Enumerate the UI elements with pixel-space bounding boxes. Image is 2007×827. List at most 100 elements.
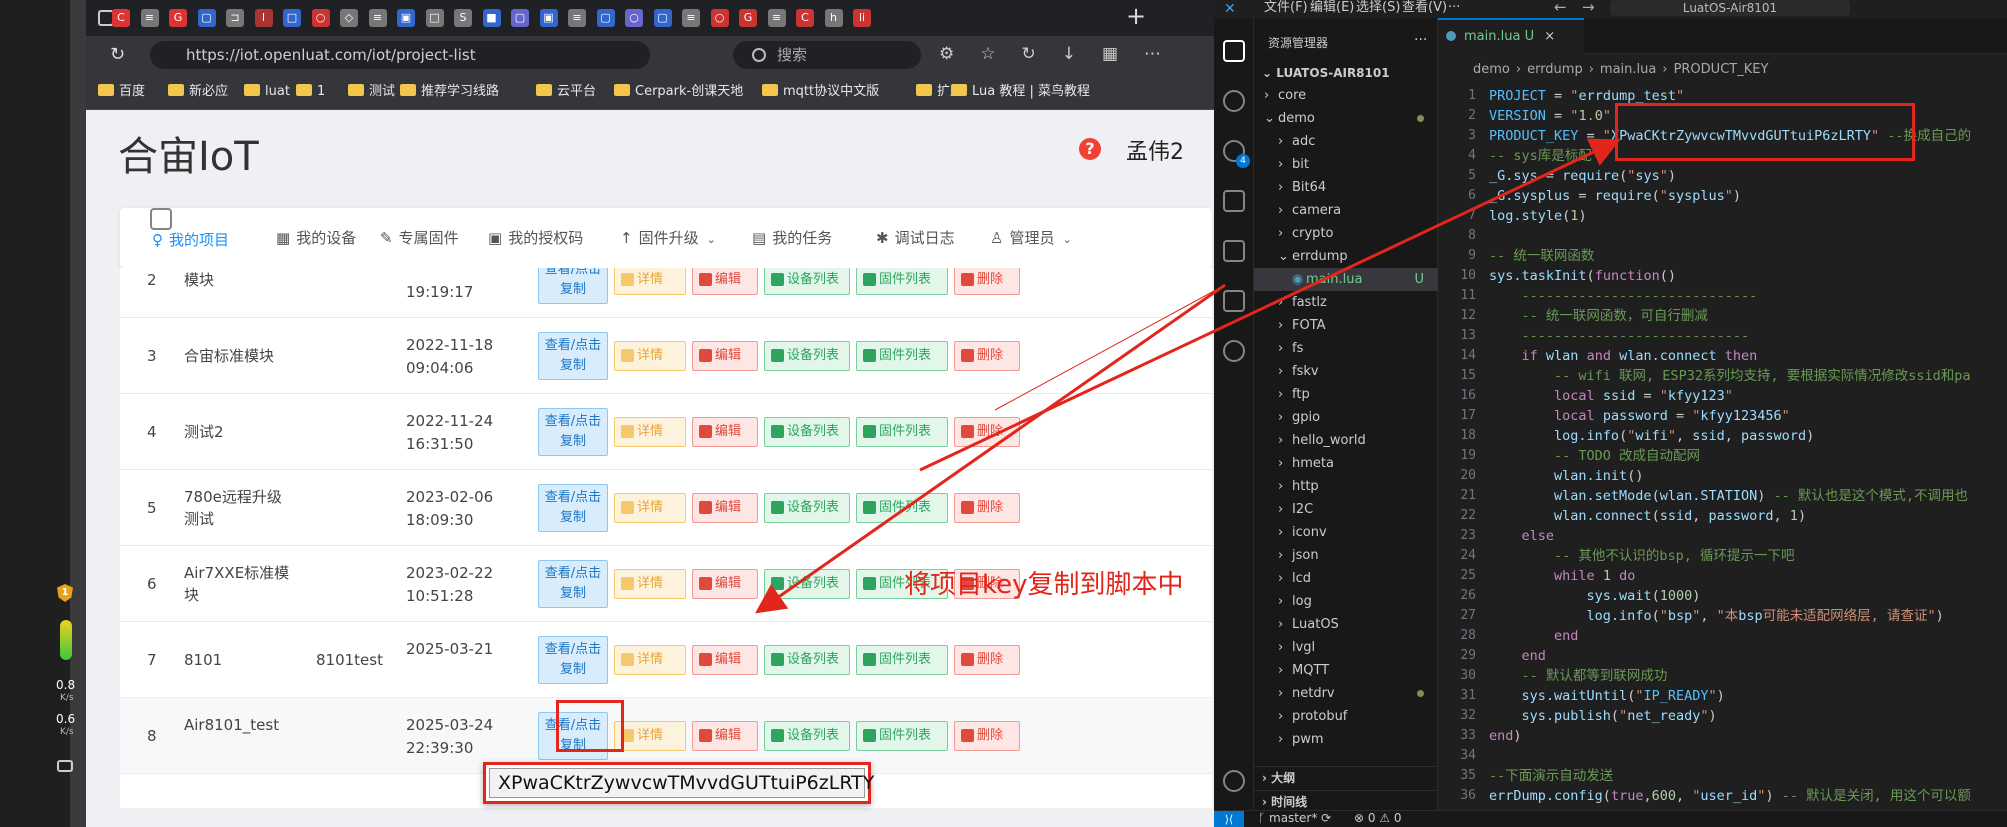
tree-item[interactable]: ⌄ errdump bbox=[1254, 245, 1438, 268]
delete-button[interactable]: 删除 bbox=[954, 417, 1020, 447]
breadcrumb-item[interactable]: main.lua bbox=[1600, 62, 1656, 77]
view-copy-button[interactable]: 查看/点击复制 bbox=[538, 332, 608, 380]
firmware-list-button[interactable]: 固件列表 bbox=[856, 268, 948, 295]
browser-tab[interactable]: ▢ bbox=[596, 9, 615, 27]
device-list-button[interactable]: 设备列表 bbox=[764, 341, 850, 371]
menu-item[interactable]: 编辑(E) bbox=[1310, 0, 1354, 16]
browser-tab[interactable]: ■ bbox=[482, 9, 501, 27]
bookmark-item[interactable]: 云平台 bbox=[536, 74, 596, 110]
forward-icon[interactable]: → bbox=[1582, 0, 1595, 16]
tree-item[interactable]: › crypto bbox=[1254, 222, 1438, 245]
delete-button[interactable]: 删除 bbox=[954, 268, 1020, 295]
nav-item[interactable]: ♙ 管理员 ⌄ bbox=[990, 208, 1072, 268]
browser-tab[interactable]: ▣ bbox=[397, 9, 415, 27]
tree-item[interactable]: › iconv bbox=[1254, 521, 1438, 544]
browser-tab[interactable]: ○ bbox=[710, 9, 729, 27]
problems-status[interactable]: ⊗ 0 ⚠ 0 bbox=[1354, 811, 1402, 825]
tree-item[interactable]: › lcd bbox=[1254, 567, 1438, 590]
detail-button[interactable]: 详情 bbox=[614, 268, 686, 295]
delete-button[interactable]: 删除 bbox=[954, 645, 1020, 675]
nav-item[interactable]: ✱ 调试日志 bbox=[876, 208, 955, 268]
nav-item[interactable]: ▤ 我的任务 bbox=[752, 208, 832, 268]
device-list-button[interactable]: 设备列表 bbox=[764, 569, 850, 599]
tree-item[interactable]: › FOTA bbox=[1254, 314, 1438, 337]
nav-item[interactable]: ✎ 专属固件 bbox=[380, 208, 459, 268]
edit-button[interactable]: 编辑 bbox=[692, 493, 758, 523]
browser-tab[interactable]: S bbox=[454, 9, 472, 27]
tree-item[interactable]: › camera bbox=[1254, 199, 1438, 222]
tree-item[interactable]: › I2C bbox=[1254, 498, 1438, 521]
firmware-list-button[interactable]: 固件列表 bbox=[856, 493, 948, 523]
explorer-icon[interactable] bbox=[1223, 40, 1245, 62]
tree-item[interactable]: › log bbox=[1254, 590, 1438, 613]
extensions-icon[interactable] bbox=[1223, 240, 1245, 262]
browser-tab[interactable]: G bbox=[169, 9, 187, 27]
delete-button[interactable]: 删除 bbox=[954, 341, 1020, 371]
tree-item[interactable]: ◉ main.lua U bbox=[1254, 268, 1438, 291]
settings-gear-icon[interactable] bbox=[1223, 770, 1245, 792]
device-list-button[interactable]: 设备列表 bbox=[764, 645, 850, 675]
nav-item[interactable]: ▦ 我的设备 bbox=[276, 208, 356, 268]
breadcrumb-item[interactable]: demo bbox=[1473, 62, 1510, 77]
tree-item[interactable]: › pwm bbox=[1254, 728, 1438, 751]
device-list-button[interactable]: 设备列表 bbox=[764, 268, 850, 295]
browser-tab[interactable]: □ bbox=[425, 9, 444, 27]
edit-button[interactable]: 编辑 bbox=[692, 721, 758, 751]
remote-icon[interactable]: ⟩⟨ bbox=[1214, 811, 1244, 827]
search-icon[interactable] bbox=[1223, 90, 1245, 112]
browser-tab[interactable]: ≡ bbox=[368, 9, 387, 27]
delete-button[interactable]: 删除 bbox=[954, 721, 1020, 751]
view-copy-button[interactable]: 查看/点击复制 bbox=[538, 268, 608, 304]
tree-item[interactable]: › Bit64 bbox=[1254, 176, 1438, 199]
tree-item[interactable]: › hmeta bbox=[1254, 452, 1438, 475]
remote-explorer-icon[interactable] bbox=[1223, 290, 1245, 312]
bookmark-item[interactable]: 新必应 bbox=[168, 74, 228, 110]
tree-item[interactable]: › gpio bbox=[1254, 406, 1438, 429]
tree-item[interactable]: › fs bbox=[1254, 337, 1438, 360]
code-area[interactable]: 1 PROJECT = "errdump_test" 2 VERSION = "1.0… bbox=[1438, 86, 2007, 826]
detail-button[interactable]: 详情 bbox=[614, 341, 686, 371]
detail-button[interactable]: 详情 bbox=[614, 645, 686, 675]
nav-item[interactable]: ↑ 固件升级 ⌄ bbox=[620, 208, 716, 268]
user-name[interactable]: 孟伟2 bbox=[1126, 134, 1184, 166]
view-copy-button[interactable]: 查看/点击复制 bbox=[538, 560, 608, 608]
tree-item[interactable]: › core bbox=[1254, 84, 1438, 107]
view-copy-button[interactable]: 查看/点击复制 bbox=[538, 408, 608, 456]
device-list-button[interactable]: 设备列表 bbox=[764, 417, 850, 447]
branch-status[interactable]: ᚴ master* ⟳ bbox=[1258, 811, 1331, 825]
firmware-list-button[interactable]: 固件列表 bbox=[856, 417, 948, 447]
command-center[interactable]: LuatOS-Air8101 bbox=[1610, 0, 1850, 16]
browser-tab[interactable]: h bbox=[824, 9, 843, 27]
browser-tab[interactable]: ▢ bbox=[197, 9, 216, 27]
bookmark-item[interactable]: luat bbox=[244, 74, 290, 110]
tree-item[interactable]: › lvgl bbox=[1254, 636, 1438, 659]
browser-tab[interactable]: □ bbox=[283, 9, 301, 27]
reload-icon[interactable]: ↻ bbox=[110, 44, 125, 65]
bookmark-item[interactable]: mqtt协议中文版 bbox=[762, 74, 879, 110]
address-field[interactable]: https://iot.openluat.com/iot/project-lis… bbox=[150, 41, 650, 69]
workspace-root[interactable]: ⌄ LUATOS-AIR8101 bbox=[1254, 62, 1438, 85]
camera-icon[interactable] bbox=[57, 760, 73, 772]
bookmark-item[interactable]: 百度 bbox=[98, 74, 145, 110]
browser-tab[interactable]: G bbox=[739, 9, 757, 27]
tree-item[interactable]: › hello_world bbox=[1254, 429, 1438, 452]
detail-button[interactable]: 详情 bbox=[614, 569, 686, 599]
tree-item[interactable]: › protobuf bbox=[1254, 705, 1438, 728]
menu-item[interactable]: 文件(F) bbox=[1264, 0, 1308, 16]
toolbar-icons[interactable]: ⚙☆↻↓▦⋯ bbox=[939, 44, 1187, 64]
edit-button[interactable]: 编辑 bbox=[692, 645, 758, 675]
browser-tab[interactable]: l bbox=[254, 9, 273, 27]
run-debug-icon[interactable] bbox=[1223, 190, 1245, 212]
edit-button[interactable]: 编辑 bbox=[692, 268, 758, 295]
detail-button[interactable]: 详情 bbox=[614, 493, 686, 523]
tree-item[interactable]: › http bbox=[1254, 475, 1438, 498]
browser-tab[interactable]: C bbox=[796, 9, 814, 27]
browser-tab[interactable]: ▣ bbox=[539, 9, 558, 27]
browser-tab[interactable]: li bbox=[853, 9, 871, 27]
browser-tab[interactable]: C bbox=[112, 9, 130, 27]
more-actions-icon[interactable]: ··· bbox=[1414, 32, 1427, 48]
device-list-button[interactable]: 设备列表 bbox=[764, 721, 850, 751]
browser-tab[interactable]: ▢ bbox=[653, 9, 672, 27]
ai-chat-icon[interactable] bbox=[1223, 340, 1245, 362]
bookmark-item[interactable]: 1 bbox=[296, 74, 325, 110]
